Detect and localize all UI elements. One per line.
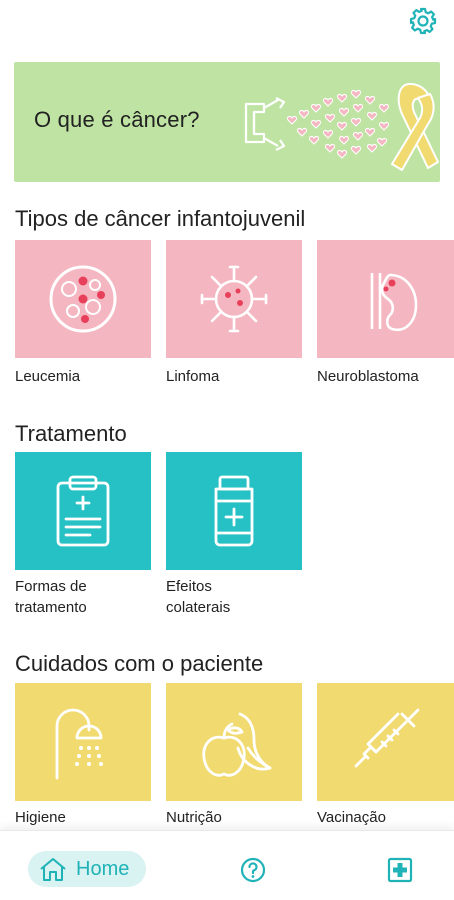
tile-label-formas: Formas de tratamento	[15, 576, 87, 618]
ribbon-illustration	[244, 83, 439, 171]
tile-label-nutricao: Nutrição	[166, 809, 222, 826]
medicine-bottle-icon	[214, 475, 254, 547]
tile-higiene[interactable]	[15, 683, 151, 801]
nav-help-button[interactable]	[238, 855, 268, 885]
lymphocyte-icon	[200, 265, 268, 333]
section-title-tipos: Tipos de câncer infantojuvenil	[15, 206, 306, 231]
fruits-icon	[202, 712, 272, 777]
bottom-navigation: Home	[0, 830, 454, 900]
tile-label-vacinacao: Vacinação	[317, 809, 386, 826]
home-icon	[40, 858, 66, 881]
settings-button[interactable]	[406, 4, 440, 38]
shower-icon	[55, 708, 103, 780]
tile-neuroblastoma[interactable]	[317, 240, 454, 358]
tile-label-leucemia: Leucemia	[15, 368, 81, 385]
tile-label-neuroblastoma: Neuroblastoma	[317, 368, 419, 385]
tile-leucemia[interactable]	[15, 240, 151, 358]
tile-label-efeitos-line1: Efeitos	[166, 578, 212, 595]
question-icon	[240, 857, 266, 883]
medical-plus-icon	[387, 857, 413, 883]
nav-health-button[interactable]	[385, 855, 415, 885]
banner-title: O que é câncer?	[34, 107, 200, 132]
tile-label-formas-line2: tratamento	[15, 599, 87, 616]
tile-label-linfoma: Linfoma	[166, 368, 220, 385]
nav-home-button[interactable]: Home	[28, 851, 146, 887]
tile-label-higiene: Higiene	[15, 809, 66, 826]
nav-home-label: Home	[76, 857, 130, 880]
tile-efeitos-colaterais[interactable]	[166, 452, 302, 570]
kidney-icon	[370, 273, 417, 332]
tile-label-efeitos: Efeitos colaterais	[166, 576, 230, 618]
tile-label-efeitos-line2: colaterais	[166, 599, 231, 616]
gear-icon	[409, 7, 437, 35]
tile-formas-tratamento[interactable]	[15, 452, 151, 570]
what-is-cancer-banner[interactable]: O que é câncer?	[14, 62, 440, 182]
blood-cells-icon	[49, 265, 117, 333]
section-title-cuidados: Cuidados com o paciente	[15, 651, 264, 676]
clipboard-icon	[56, 475, 110, 547]
tile-linfoma[interactable]	[166, 240, 302, 358]
syringe-icon	[354, 708, 419, 768]
tile-label-formas-line1: Formas de	[15, 578, 87, 595]
section-title-tratamento: Tratamento	[15, 421, 127, 446]
tile-nutricao[interactable]	[166, 683, 302, 801]
tile-vacinacao[interactable]	[317, 683, 454, 801]
